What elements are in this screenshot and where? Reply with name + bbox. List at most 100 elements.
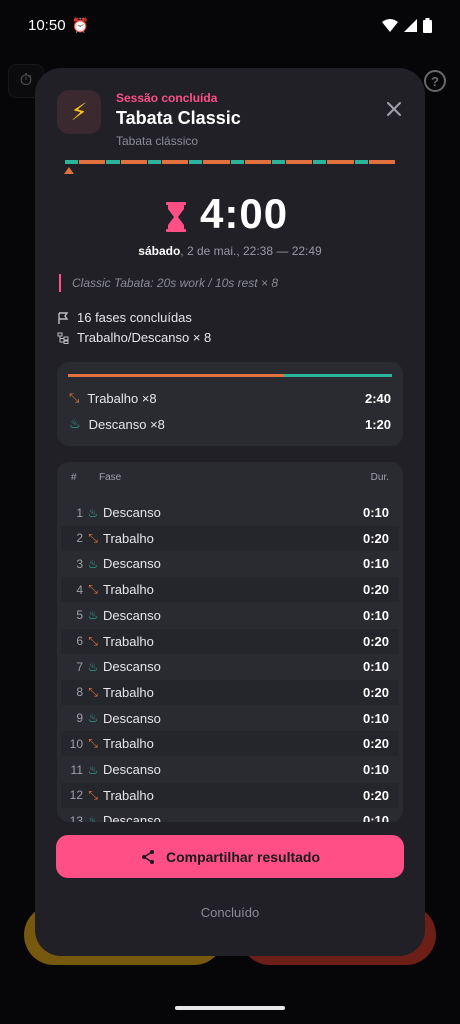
summary-card: ⤡ Trabalho ×8 2:40 ♨ Descanso ×8 1:20 (57, 362, 403, 446)
signal-icon (404, 18, 417, 32)
row-number: 11 (70, 762, 83, 777)
pattern-text: Trabalho/Descanso × 8 (77, 330, 212, 345)
done-button[interactable]: Concluído (35, 905, 425, 920)
table-row: 11 ♨ Descanso 0:10 (61, 757, 399, 782)
table-row: 7 ♨ Descanso 0:10 (61, 654, 399, 679)
row-phase: Descanso (103, 556, 161, 572)
session-complete-sheet: ⚡ Sessão concluída Tabata Classic Tabata… (35, 68, 425, 956)
row-duration: 0:10 (362, 607, 389, 623)
work-icon: ⤡ (88, 736, 98, 751)
phases-completed-row: 16 fases concluídas (57, 310, 192, 325)
work-icon: ⤡ (88, 633, 98, 648)
battery-icon (423, 17, 432, 33)
row-number: 12 (69, 788, 83, 803)
row-phase: Descanso (103, 762, 161, 777)
row-duration: 0:10 (362, 762, 389, 777)
screen: ⏱ ? 10:50 ⏰ ⚡ Sessão concluída Tabata Cl… (0, 0, 460, 1024)
summary-work-row: ⤡ Trabalho ×8 2:40 (69, 390, 391, 406)
work-icon: ⤡ (88, 684, 98, 699)
row-phase: Trabalho (103, 736, 154, 752)
timeline-segment (327, 160, 354, 164)
timeline-marker (64, 167, 74, 174)
table-row: 9 ♨ Descanso 0:10 (61, 706, 399, 731)
row-duration: 0:20 (362, 633, 389, 649)
row-duration: 0:10 (362, 659, 389, 675)
hourglass-icon (166, 202, 186, 232)
timeline-segment (106, 160, 120, 164)
row-phase: Trabalho (103, 787, 154, 803)
timeline-segment (354, 160, 368, 164)
header-num: # (71, 472, 77, 483)
sheet-kicker: Sessão concluída (116, 91, 218, 105)
home-indicator[interactable] (175, 1006, 285, 1010)
row-phase: Trabalho (103, 530, 154, 546)
status-bar: 10:50 ⏰ (0, 0, 460, 50)
work-icon: ⤡ (69, 390, 80, 405)
close-button[interactable] (383, 98, 405, 120)
alarm-icon: ⏰ (71, 16, 89, 33)
row-number: 7 (76, 659, 83, 674)
row-duration: 0:10 (362, 710, 389, 726)
table-row: 2 ⤡ Trabalho 0:20 (61, 525, 399, 551)
summary-rest-value: 1:20 (364, 416, 391, 432)
row-number: 13 (69, 813, 83, 822)
row-phase: Trabalho (103, 684, 154, 700)
timeline-segment (120, 160, 147, 164)
row-phase: Descanso (103, 710, 161, 726)
row-number: 3 (76, 556, 83, 571)
session-date: sábado, 2 de mai., 22:38 — 22:49 (35, 244, 425, 258)
row-phase: Descanso (103, 659, 161, 675)
row-phase: Trabalho (103, 582, 154, 598)
row-number: 5 (76, 608, 83, 623)
table-row: 8 ⤡ Trabalho 0:20 (61, 679, 399, 705)
timeline-segment (79, 160, 106, 164)
table-row: 12 ⤡ Trabalho 0:20 (61, 782, 399, 808)
header-duration: Dur. (370, 472, 389, 483)
row-phase: Descanso (103, 607, 161, 623)
session-weekday: sábado (138, 244, 181, 258)
sheet-title: Tabata Classic (116, 108, 241, 128)
rest-icon: ♨ (87, 505, 99, 520)
rest-icon: ♨ (87, 813, 99, 822)
session-note: Classic Tabata: 20s work / 10s rest × 8 (59, 274, 278, 292)
share-result-label: Compartilhar resultado (165, 848, 321, 865)
summary-rest-label: Descanso ×8 (88, 416, 165, 432)
work-icon: ⤡ (88, 582, 98, 597)
row-number: 2 (76, 531, 83, 546)
session-date-range: , 2 de mai., 22:38 — 22:49 (180, 244, 322, 258)
table-row: 13 ♨ Descanso 0:10 (61, 808, 399, 822)
pattern-row: Trabalho/Descanso × 8 (57, 330, 211, 345)
close-icon (387, 102, 401, 116)
table-row: 3 ♨ Descanso 0:10 (61, 551, 399, 576)
rest-icon: ♨ (87, 608, 99, 623)
status-time: 10:50 (28, 16, 66, 34)
wifi-icon (382, 18, 398, 32)
work-icon: ⤡ (88, 530, 98, 545)
timeline-segment (244, 160, 271, 164)
sheet-subtitle: Tabata clássico (116, 134, 199, 148)
share-result-button[interactable]: Compartilhar resultado (56, 835, 404, 878)
work-icon: ⤡ (88, 787, 98, 802)
timeline-segment (189, 160, 203, 164)
timeline-segment (203, 160, 230, 164)
row-duration: 0:10 (362, 813, 389, 822)
total-time: 4:00 (200, 190, 289, 237)
summary-work-value: 2:40 (364, 390, 391, 406)
row-phase: Descanso (103, 813, 161, 822)
table-row: 4 ⤡ Trabalho 0:20 (61, 577, 399, 603)
rest-share-segment (284, 374, 392, 377)
row-duration: 0:20 (362, 684, 389, 700)
row-duration: 0:20 (362, 582, 389, 598)
row-number: 9 (76, 711, 83, 726)
table-row: 1 ♨ Descanso 0:10 (61, 500, 399, 525)
row-duration: 0:20 (362, 736, 389, 752)
timeline-segment (271, 160, 285, 164)
share-icon (141, 849, 154, 864)
rest-icon: ♨ (69, 416, 81, 431)
phases-table[interactable]: # Fase Dur. 1 ♨ Descanso 0:10 2 ⤡ Trabalho 0:20… (57, 462, 403, 822)
table-row: 5 ♨ Descanso 0:10 (61, 603, 399, 628)
work-share-segment (68, 374, 285, 377)
row-number: 6 (76, 634, 83, 648)
timeline-segment (368, 160, 395, 164)
row-number: 8 (76, 685, 83, 700)
